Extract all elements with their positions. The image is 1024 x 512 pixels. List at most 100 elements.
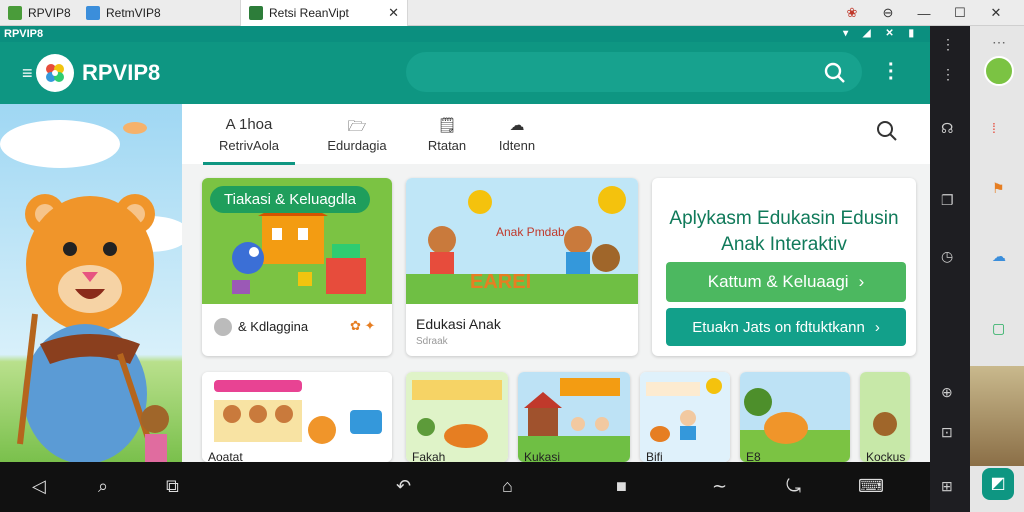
rotate-icon[interactable]: ⤿ (786, 476, 801, 497)
keyboard-icon[interactable]: ⌨ (858, 476, 884, 497)
app-icon (8, 6, 22, 20)
shake-icon[interactable]: ∼ (712, 476, 727, 497)
app-launcher-icon[interactable]: ◩ (982, 468, 1014, 500)
overflow-menu-icon[interactable]: · · · (888, 55, 895, 89)
promo-title: Aplykasm Edukasin Edusin Anak Interaktiv (669, 208, 899, 255)
close-tab-icon[interactable]: ✕ (388, 5, 399, 21)
fullscreen-icon[interactable]: ⋮ (941, 36, 955, 53)
thumb-label: E8 (746, 450, 761, 462)
mascot-icon[interactable]: ❀ (834, 5, 870, 21)
card-child-education[interactable]: Anak Pmdab EAREI Edukasi Anak Sdraak (406, 178, 638, 356)
thumb-label: Kukasi (524, 450, 561, 462)
emulator-titlebar: RPVIP8 ▾ ◢ ✕ ▮ (0, 26, 930, 42)
app-brand-title: RPVIP8 (82, 60, 161, 85)
folder-icon: 🗁 (347, 118, 367, 135)
window-tab-2[interactable]: RetmVIP8 (78, 0, 178, 26)
settings-icon[interactable]: ⋯ (992, 34, 1006, 51)
tab-label: Edurdagia (327, 138, 387, 153)
active-tab-indicator (203, 162, 295, 165)
family-button[interactable]: Kattum & Keluaagi › (666, 262, 906, 302)
tab-retrivaola[interactable]: A 1hoa RetrivAola (204, 116, 294, 153)
card-family-education[interactable]: Tiakasi & Keluagdla & Kdlaggina ✿ ✦ (202, 178, 392, 356)
alarm-icon[interactable]: ◷ (941, 248, 953, 265)
recents-icon[interactable]: ⧉ (166, 476, 179, 497)
more-icon[interactable]: ⋮ (941, 66, 955, 83)
app-logo (36, 54, 74, 92)
chat-icon[interactable]: ☊ (941, 120, 953, 137)
thumb-label: Aoatat (208, 450, 243, 462)
tab-top-label: A 1hoa (225, 116, 273, 133)
thumb-card-2[interactable]: Fakah (406, 372, 508, 462)
thumb-card-1[interactable]: Aoatat (202, 372, 392, 462)
volume-icon[interactable]: ⊡ (941, 424, 953, 441)
close-window-button[interactable]: ✕ (978, 5, 1014, 21)
maximize-button[interactable]: ☐ (942, 5, 978, 21)
button-label: Etuakn Jats on fdtuktkann (692, 318, 865, 336)
window-tab-label: RetmVIP8 (106, 6, 161, 20)
multi-instance-icon[interactable]: ⊞ (941, 478, 953, 495)
cloud-icon[interactable]: ☁ (992, 248, 1006, 265)
thumb-image (518, 372, 630, 462)
window-tab-label: Retsi ReanVipt (269, 6, 349, 20)
emulator-sidebar: ⋮ ⋮ ☊ ❐ ◷ ⊕ ⊡ ⊞ (930, 26, 970, 512)
right-panel: ⋯ ⁞ ⚑ ☁ ▢ ◩ (970, 26, 1024, 512)
thumb-label: Bifi (646, 450, 663, 462)
flag-icon[interactable]: ⚑ (992, 180, 1005, 197)
app-icon (249, 6, 263, 20)
thumb-image (202, 372, 392, 462)
note-icon: 🗒 (437, 117, 457, 134)
thumb-image (860, 372, 910, 462)
window-titlebar: RPVIP8 RetmVIP8 Retsi ReanVipt ✕ ❀ ⊖ — ☐… (0, 0, 1024, 26)
status-icons: ▾ ◢ ✕ ▮ (843, 28, 920, 39)
thumb-card-3[interactable]: Kukasi (518, 372, 630, 462)
notification-icon[interactable]: ⁞ (992, 120, 996, 136)
thumb-card-5[interactable]: E8 (740, 372, 850, 462)
window-controls: ❀ ⊖ — ☐ ✕ (834, 0, 1014, 26)
card-image: Anak Pmdab EAREI (406, 178, 638, 304)
window-tab-label: RPVIP8 (28, 6, 71, 20)
search-icon[interactable] (876, 120, 898, 142)
card-category-pill: Tiakasi & Keluagdla (210, 186, 371, 213)
tab-edurdagia[interactable]: 🗁 Edurdagia (312, 116, 402, 153)
cloud-icon: ☁ (509, 117, 525, 134)
undo-icon[interactable]: ↶ (396, 476, 411, 497)
back-icon[interactable]: ◁ (32, 476, 46, 497)
tab-label: Idtenn (498, 138, 536, 153)
stop-icon[interactable]: ■ (616, 476, 627, 497)
thumb-card-6[interactable]: Kockus (860, 372, 910, 462)
thumb-card-4[interactable]: Bifi (640, 372, 730, 462)
chevron-right-icon: › (874, 318, 880, 336)
tab-rtatan[interactable]: 🗒 Rtatan (412, 116, 482, 153)
bear-mascot-illustration (0, 120, 182, 462)
thumb-image (740, 372, 850, 462)
home-icon[interactable]: ⌂ (502, 476, 513, 497)
minimize-button[interactable]: — (906, 6, 942, 21)
search-bar[interactable] (406, 52, 862, 92)
search-icon[interactable]: ⌕ (98, 476, 108, 497)
screenshot-icon[interactable]: ❐ (941, 192, 954, 209)
window-tab-3[interactable]: Retsi ReanVipt ✕ (240, 0, 408, 26)
android-nav-bar: ◁ ⌕ ⧉ ↶ ⌂ ■ ∼ ⤿ ⌨ (0, 462, 930, 512)
location-icon[interactable]: ⊕ (941, 384, 953, 401)
search-icon[interactable] (824, 62, 846, 84)
thumb-label: Fakah (412, 450, 446, 462)
app-bar: ≡ RPVIP8 · · · (0, 42, 930, 104)
settings-icon[interactable]: ⊖ (870, 5, 906, 21)
tab-idtenn[interactable]: ☁ Idtenn (482, 116, 552, 153)
thumb-label: Kockus (866, 450, 906, 462)
emulator-title: RPVIP8 (4, 28, 44, 40)
app-icon (86, 6, 100, 20)
menu-icon[interactable]: ≡ (22, 64, 33, 82)
window-icon[interactable]: ▢ (992, 320, 1005, 337)
letter-blocks: EAREI (470, 271, 531, 293)
sign-text: Anak Pmdab (496, 225, 565, 239)
education-button[interactable]: Etuakn Jats on fdtuktkann › (666, 308, 906, 346)
decorative-image (970, 366, 1024, 466)
profile-avatar[interactable] (984, 56, 1014, 86)
category-tabs: A 1hoa RetrivAola 🗁 Edurdagia 🗒 Rtatan ☁… (182, 104, 930, 165)
card-subtitle: Sdraak (416, 336, 448, 347)
thumb-image (640, 372, 730, 462)
window-tab-1[interactable]: RPVIP8 (0, 0, 78, 26)
thumb-image (406, 372, 508, 462)
badge-icons: ✿ ✦ (350, 318, 376, 333)
